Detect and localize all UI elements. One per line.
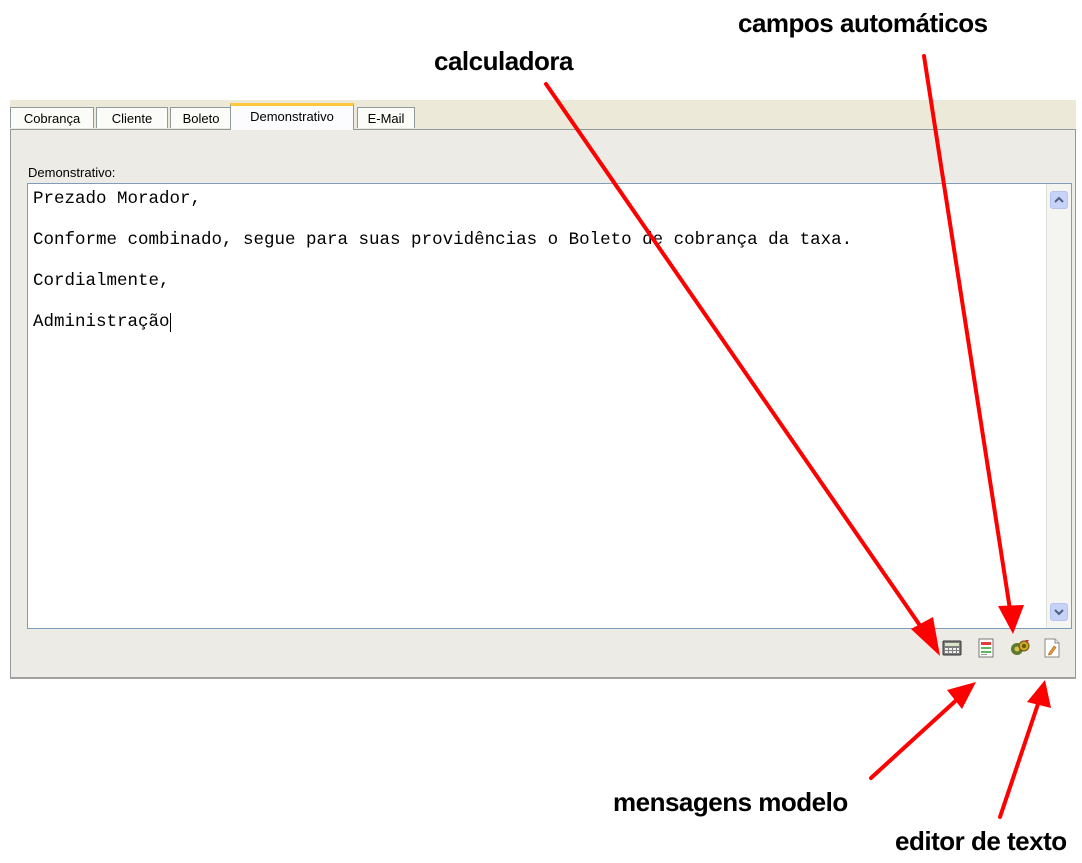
scroll-down-button[interactable] xyxy=(1050,603,1068,621)
calculator-icon[interactable] xyxy=(942,638,962,660)
annotation-mensagens-modelo: mensagens modelo xyxy=(613,787,848,817)
tab-panel: Demonstrativo: Prezado Morador, Conforme… xyxy=(10,129,1076,678)
memo-line: Conforme combinado, segue para suas prov… xyxy=(33,230,853,250)
form-window: Cobrança Cliente Boleto Demonstrativo E-… xyxy=(10,100,1076,678)
tab-strip: Cobrança Cliente Boleto Demonstrativo E-… xyxy=(10,100,1076,130)
annotation-editor-de-texto: editor de texto xyxy=(895,826,1067,856)
arrow-mensagens xyxy=(869,693,964,780)
chevron-up-icon xyxy=(1054,196,1064,203)
annotation-campos-automaticos: campos automáticos xyxy=(738,8,988,38)
arrowhead-editor xyxy=(1027,680,1051,708)
memo-line: Prezado Morador, xyxy=(33,189,202,209)
window-bottom-border xyxy=(10,677,1076,679)
text-editor-icon[interactable] xyxy=(1042,638,1062,660)
template-messages-icon[interactable] xyxy=(976,638,996,660)
demonstrativo-label: Demonstrativo: xyxy=(28,165,116,180)
demonstrativo-textarea[interactable]: Prezado Morador, Conforme combinado, seg… xyxy=(27,183,1072,629)
arrowhead-mensagens xyxy=(947,682,976,709)
arrow-editor xyxy=(998,696,1042,819)
memo-content[interactable]: Prezado Morador, Conforme combinado, seg… xyxy=(33,188,852,352)
memo-line: Cordialmente, xyxy=(33,271,170,291)
scroll-up-button[interactable] xyxy=(1050,191,1068,209)
vertical-scrollbar[interactable] xyxy=(1046,184,1071,628)
tab-demonstrativo[interactable]: Demonstrativo xyxy=(230,103,354,130)
auto-fields-icon[interactable] xyxy=(1009,638,1030,660)
tab-boleto[interactable]: Boleto xyxy=(170,107,232,128)
memo-line-text: Administração xyxy=(33,312,170,332)
tab-cobranca[interactable]: Cobrança xyxy=(10,107,94,128)
text-caret xyxy=(169,313,171,332)
memo-line-last: Administração xyxy=(33,311,852,352)
annotation-calculadora: calculadora xyxy=(434,46,574,76)
tab-cliente[interactable]: Cliente xyxy=(96,107,168,128)
chevron-down-icon xyxy=(1054,609,1064,616)
tab-email[interactable]: E-Mail xyxy=(357,107,415,128)
